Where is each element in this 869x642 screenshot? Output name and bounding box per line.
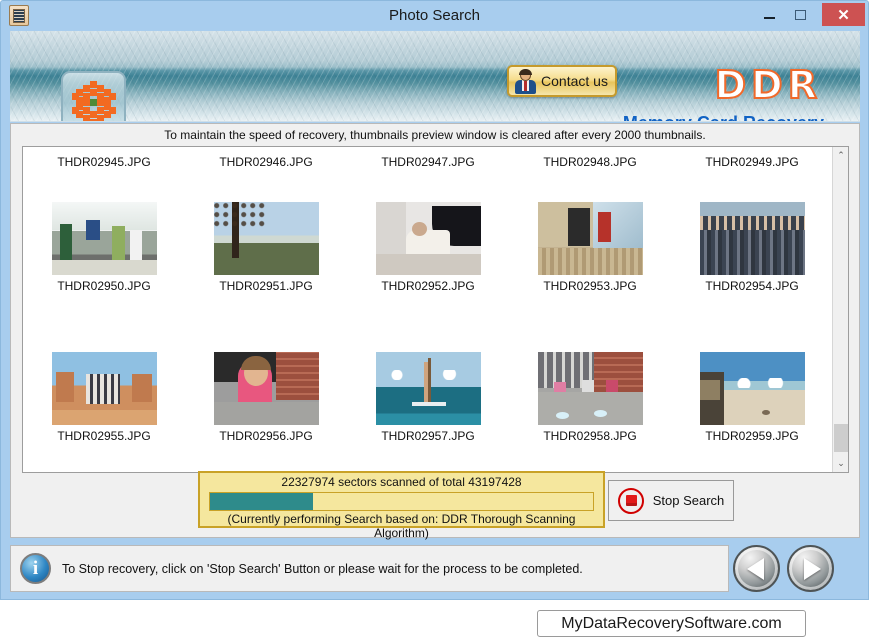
info-message: To Stop recovery, click on 'Stop Search'… xyxy=(62,561,583,576)
list-item[interactable]: THDR02958.JPG xyxy=(509,352,671,443)
thumbnail-scrollbar[interactable]: ⌃ ⌄ xyxy=(832,147,848,472)
stop-search-button[interactable]: Stop Search xyxy=(608,480,734,521)
title-bar: Photo Search ✕ xyxy=(1,1,868,30)
list-item[interactable]: THDR02947.JPG xyxy=(347,155,509,169)
main-window: Photo Search ✕ Contact us DDR To maintai… xyxy=(0,0,869,600)
thumbnail-filename: THDR02950.JPG xyxy=(57,279,151,293)
brand-logo: DDR xyxy=(714,62,822,108)
thumbnail-filename: THDR02948.JPG xyxy=(543,155,637,169)
list-item[interactable]: THDR02959.JPG xyxy=(671,352,833,443)
thumbnail-image[interactable] xyxy=(51,352,157,425)
thumbnail-filename: THDR02954.JPG xyxy=(705,279,799,293)
thumbnail-image[interactable] xyxy=(699,202,805,275)
scrollbar-thumb[interactable] xyxy=(834,424,848,452)
list-item[interactable]: THDR02952.JPG xyxy=(347,202,509,293)
thumbnail-grid: THDR02945.JPG THDR02946.JPG THDR02947.JP… xyxy=(23,147,833,472)
window-title: Photo Search xyxy=(389,7,480,24)
thumbnail-filename: THDR02946.JPG xyxy=(219,155,313,169)
thumbnail-filename: THDR02957.JPG xyxy=(381,429,475,443)
checkered-flower-logo xyxy=(71,81,116,121)
application-root: Photo Search ✕ Contact us DDR To maintai… xyxy=(0,0,869,642)
minimize-icon xyxy=(764,16,775,19)
thumbnail-filename: THDR02956.JPG xyxy=(219,429,313,443)
thumbnail-image[interactable] xyxy=(537,352,643,425)
thumbnail-image[interactable] xyxy=(51,202,157,275)
table-row: THDR02945.JPG THDR02946.JPG THDR02947.JP… xyxy=(23,155,833,169)
list-item[interactable]: THDR02953.JPG xyxy=(509,202,671,293)
list-item[interactable]: THDR02949.JPG xyxy=(671,155,833,169)
brand-tagline: Memory Card Recovery xyxy=(623,113,824,121)
stop-square-icon xyxy=(618,487,644,514)
scroll-down-icon[interactable]: ⌄ xyxy=(833,455,849,472)
list-item[interactable]: THDR02950.JPG xyxy=(23,202,185,293)
info-icon: i xyxy=(20,553,51,584)
close-button[interactable]: ✕ xyxy=(822,3,865,26)
list-item[interactable]: THDR02955.JPG xyxy=(23,352,185,443)
thumbnail-notice: To maintain the speed of recovery, thumb… xyxy=(164,128,706,142)
thumbnail-filename: THDR02945.JPG xyxy=(57,155,151,169)
contact-us-button[interactable]: Contact us xyxy=(507,65,617,97)
thumbnail-image[interactable] xyxy=(213,352,319,425)
scanning-algorithm-note: (Currently performing Search based on: D… xyxy=(227,512,576,540)
list-item[interactable]: THDR02948.JPG xyxy=(509,155,671,169)
website-url-box[interactable]: MyDataRecoverySoftware.com xyxy=(537,610,806,637)
thumbnail-filename: THDR02952.JPG xyxy=(381,279,475,293)
minimize-button[interactable] xyxy=(754,2,785,27)
list-item[interactable]: THDR02951.JPG xyxy=(185,202,347,293)
thumbnail-filename: THDR02959.JPG xyxy=(705,429,799,443)
thumbnail-filename: THDR02951.JPG xyxy=(219,279,313,293)
thumbnail-preview-panel[interactable]: THDR02945.JPG THDR02946.JPG THDR02947.JP… xyxy=(22,146,849,473)
stop-search-label: Stop Search xyxy=(652,493,725,508)
person-avatar-icon xyxy=(513,68,538,94)
thumbnail-filename: THDR02953.JPG xyxy=(543,279,637,293)
maximize-button[interactable] xyxy=(785,2,816,27)
progress-bar xyxy=(209,492,594,511)
thumbnail-image[interactable] xyxy=(213,202,319,275)
progress-panel: 22327974 sectors scanned of total 431974… xyxy=(198,471,605,540)
thumbnail-image[interactable] xyxy=(375,352,481,425)
table-row: THDR02955.JPG THDR02956.JPG THDR02957.JP… xyxy=(23,352,833,443)
arrow-left-icon xyxy=(746,557,764,580)
progress-bar-fill xyxy=(210,493,314,510)
list-item[interactable]: THDR02946.JPG xyxy=(185,155,347,169)
list-item[interactable]: THDR02957.JPG xyxy=(347,352,509,443)
thumbnail-filename: THDR02958.JPG xyxy=(543,429,637,443)
window-controls: ✕ xyxy=(754,1,868,30)
sectors-scanned-text: 22327974 sectors scanned of total 431974… xyxy=(281,475,522,489)
thumbnail-filename: THDR02949.JPG xyxy=(705,155,799,169)
scroll-up-icon[interactable]: ⌃ xyxy=(833,147,849,164)
contact-us-label: Contact us xyxy=(541,73,608,89)
thumbnail-image[interactable] xyxy=(537,202,643,275)
logo-button[interactable] xyxy=(61,71,126,121)
info-message-panel: i To Stop recovery, click on 'Stop Searc… xyxy=(10,545,729,592)
thumbnail-image[interactable] xyxy=(699,352,805,425)
thumbnail-filename: THDR02947.JPG xyxy=(381,155,475,169)
list-item[interactable]: THDR02945.JPG xyxy=(23,155,185,169)
previous-button[interactable] xyxy=(733,545,780,592)
thumbnail-image[interactable] xyxy=(375,202,481,275)
list-item[interactable]: THDR02956.JPG xyxy=(185,352,347,443)
header-banner: Contact us DDR Memory Card Recovery xyxy=(10,31,860,122)
list-item[interactable]: THDR02954.JPG xyxy=(671,202,833,293)
arrow-right-icon xyxy=(803,557,821,580)
table-row: THDR02950.JPG THDR02951.JPG THDR02952.JP… xyxy=(23,202,833,293)
thumbnail-filename: THDR02955.JPG xyxy=(57,429,151,443)
next-button[interactable] xyxy=(787,545,834,592)
footer-bar: i To Stop recovery, click on 'Stop Searc… xyxy=(10,545,860,592)
maximize-icon xyxy=(795,9,806,20)
